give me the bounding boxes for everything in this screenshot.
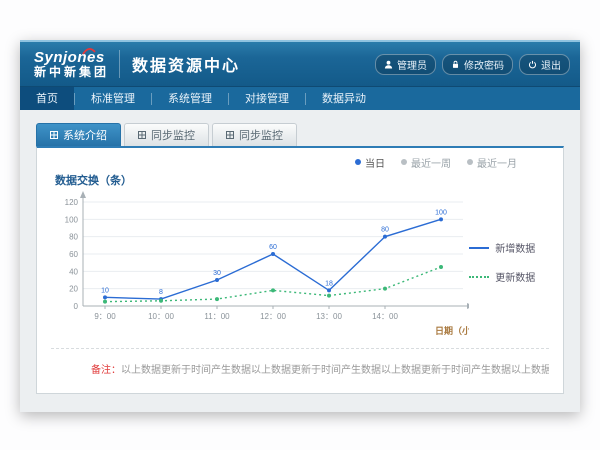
svg-text:12：00: 12：00 [260, 312, 286, 321]
tab-label: 同步监控 [151, 127, 195, 143]
svg-text:18: 18 [325, 280, 333, 287]
page-title: 数据资源中心 [132, 52, 240, 76]
filter-last-week[interactable]: 最近一周 [401, 155, 451, 170]
svg-text:10: 10 [101, 287, 109, 294]
filter-today[interactable]: 当日 [355, 155, 385, 170]
change-password-button[interactable]: 修改密码 [442, 54, 513, 75]
logo: Synjones 新中新集团 [30, 50, 109, 78]
y-axis-title: 数据交换（条） [55, 172, 551, 188]
tab-label: 同步监控 [239, 127, 283, 143]
chart-container: 0 20 40 60 80 100 120 9：00 10：00 11：00 12：00 13：00 1… [49, 188, 551, 346]
svg-text:60: 60 [69, 250, 78, 259]
filter-label: 最近一月 [477, 155, 517, 170]
nav-item-interface-mgmt[interactable]: 对接管理 [229, 87, 305, 110]
grid-icon [226, 131, 234, 139]
svg-text:13：00: 13：00 [316, 312, 342, 321]
time-filter-legend: 当日 最近一周 最近一月 [49, 154, 551, 170]
svg-text:10：00: 10：00 [148, 312, 174, 321]
tab-sync-monitor-2[interactable]: 同步监控 [212, 123, 297, 146]
line-swatch-icon [469, 247, 489, 249]
filter-label: 最近一周 [411, 155, 451, 170]
nav-item-standard-mgmt[interactable]: 标准管理 [75, 87, 151, 110]
grid-icon [50, 131, 58, 139]
tab-system-intro[interactable]: 系统介绍 [36, 123, 121, 146]
logo-swoosh-icon [82, 47, 96, 55]
change-password-label: 修改密码 [464, 57, 504, 72]
filter-label: 当日 [365, 155, 385, 170]
svg-text:0: 0 [74, 302, 79, 311]
svg-text:日期（小时）: 日期（小时） [435, 325, 469, 336]
header: Synjones 新中新集团 数据资源中心 管理员 修改密码 退出 [20, 40, 580, 86]
svg-text:100: 100 [65, 215, 79, 224]
header-divider [119, 50, 120, 78]
legend-new-data[interactable]: 新增数据 [469, 240, 551, 255]
tab-label: 系统介绍 [63, 127, 107, 143]
dot-icon [467, 159, 473, 165]
grid-icon [138, 131, 146, 139]
legend-label: 新增数据 [495, 240, 535, 255]
logout-label: 退出 [541, 57, 561, 72]
tab-bar: 系统介绍 同步监控 同步监控 [36, 123, 564, 146]
lock-icon [451, 60, 460, 69]
filter-last-month[interactable]: 最近一月 [467, 155, 517, 170]
admin-user-button[interactable]: 管理员 [375, 54, 436, 75]
nav-item-data-change[interactable]: 数据异动 [306, 87, 382, 110]
footnote-prefix: 备注： [91, 365, 121, 376]
svg-text:120: 120 [65, 198, 79, 207]
svg-text:80: 80 [381, 227, 389, 234]
legend-label: 更新数据 [495, 269, 535, 284]
user-icon [384, 60, 393, 69]
svg-text:11：00: 11：00 [204, 312, 230, 321]
svg-text:80: 80 [69, 233, 78, 242]
chart-panel: 当日 最近一周 最近一月 数据交换（条） 0 20 40 60 80 100 120 9：00… [36, 146, 564, 394]
line-swatch-icon [469, 276, 489, 278]
series-legend: 新增数据 更新数据 [469, 188, 551, 346]
footnote-text: 以上数据更新于时间产生数据以上数据更新于时间产生数据以上数据更新于时间产生数据以… [121, 365, 549, 376]
nav-item-system-mgmt[interactable]: 系统管理 [152, 87, 228, 110]
admin-user-label: 管理员 [397, 57, 427, 72]
svg-text:8: 8 [159, 289, 163, 296]
svg-text:14：00: 14：00 [372, 312, 398, 321]
svg-text:9：00: 9：00 [94, 312, 116, 321]
svg-text:30: 30 [213, 270, 221, 277]
logout-button[interactable]: 退出 [519, 54, 570, 75]
footnote: 备注：以上数据更新于时间产生数据以上数据更新于时间产生数据以上数据更新于时间产生… [51, 348, 549, 376]
content-area: 系统介绍 同步监控 同步监控 当日 最近一周 [20, 110, 580, 394]
dot-icon [355, 159, 361, 165]
logo-subtitle: 新中新集团 [34, 66, 109, 79]
power-icon [528, 60, 537, 69]
nav-item-home[interactable]: 首页 [20, 87, 74, 110]
app-window: Synjones 新中新集团 数据资源中心 管理员 修改密码 退出 首页 标准管… [20, 40, 580, 412]
svg-text:60: 60 [269, 244, 277, 251]
svg-text:40: 40 [69, 267, 78, 276]
main-nav: 首页 标准管理 系统管理 对接管理 数据异动 [20, 86, 580, 110]
legend-updated-data[interactable]: 更新数据 [469, 269, 551, 284]
svg-text:20: 20 [69, 285, 78, 294]
logo-text: Synjones [34, 50, 109, 66]
svg-text:100: 100 [435, 209, 447, 216]
dot-icon [401, 159, 407, 165]
line-chart: 0 20 40 60 80 100 120 9：00 10：00 11：00 12：00 13：00 1… [49, 188, 469, 346]
tab-sync-monitor-1[interactable]: 同步监控 [124, 123, 209, 146]
